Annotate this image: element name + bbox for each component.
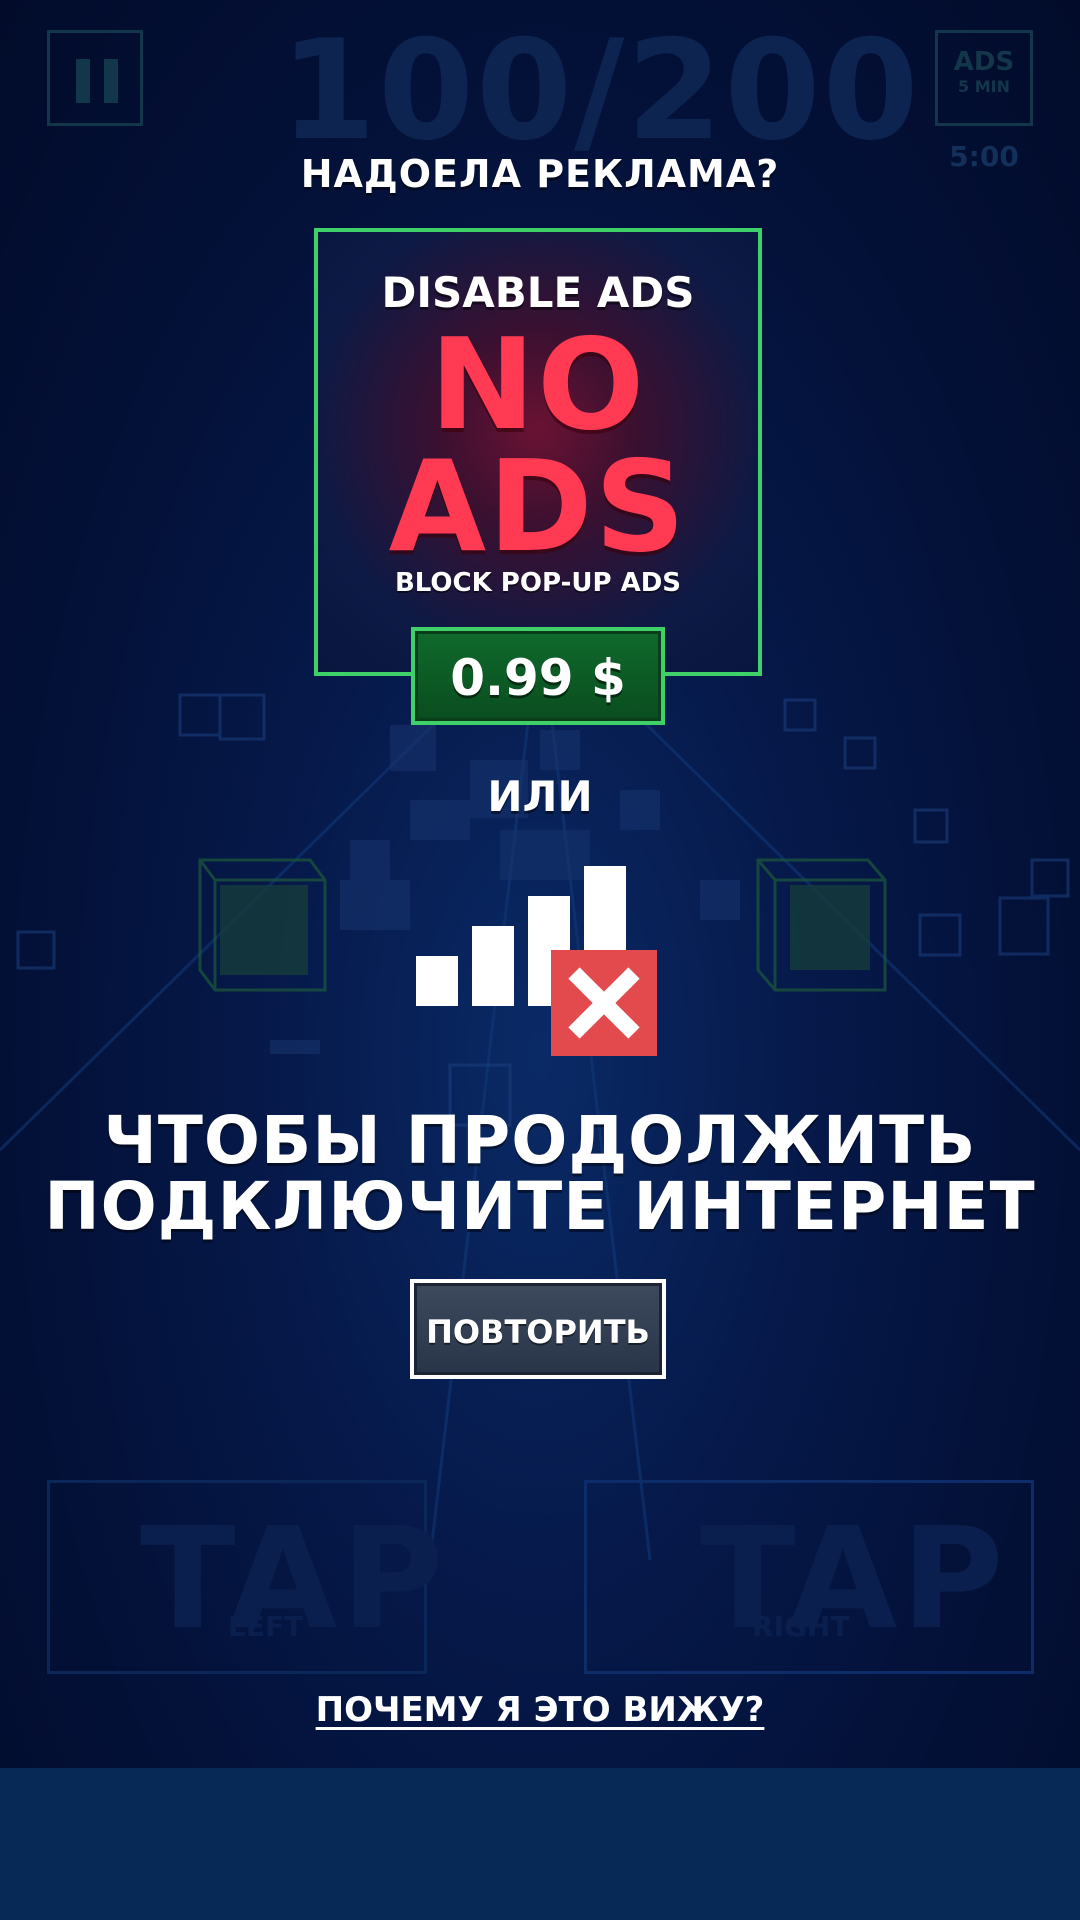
no-ads-big-text-line2: ADS (388, 433, 688, 580)
ads-badge-sublabel: 5 MIN (958, 77, 1010, 96)
background-ads-timer-badge: ADS 5 MIN (935, 30, 1033, 126)
no-signal-icon (416, 866, 657, 1056)
pause-icon (47, 30, 143, 126)
ad-wall-screen: 100/200 ADS 5 MIN 5:00 TAP LEFT TAP RIGH… (0, 0, 1080, 1920)
retry-button[interactable]: ПОВТОРИТЬ (410, 1279, 666, 1379)
background-tap-right-label: TAP (700, 1498, 1008, 1661)
background-score: 100/200 (280, 10, 921, 171)
or-separator: ИЛИ (487, 772, 593, 821)
connection-message-line2: ПОДКЛЮЧИТЕ ИНТЕРНЕТ (44, 1168, 1036, 1245)
why-am-i-seeing-this-link[interactable]: ПОЧЕМУ Я ЭТО ВИЖУ? (0, 1690, 1080, 1730)
why-link-label: ПОЧЕМУ Я ЭТО ВИЖУ? (315, 1690, 765, 1730)
background-tap-right-sublabel: RIGHT (752, 1610, 850, 1643)
ads-badge-label: ADS (953, 47, 1015, 77)
no-ads-big-text-line1: NO (429, 311, 647, 458)
offer-card-title: DISABLE ADS (381, 268, 695, 317)
retry-button-label: ПОВТОРИТЬ (426, 1313, 650, 1351)
offer-card-subtitle: BLOCK POP-UP ADS (394, 568, 682, 598)
buy-no-ads-button[interactable]: 0.99 $ (411, 627, 665, 725)
background-tap-left-sublabel: LEFT (228, 1610, 304, 1643)
bottom-ad-banner-area (0, 1768, 1080, 1920)
price-label: 0.99 $ (450, 649, 626, 707)
offer-question-heading: НАДОЕЛА РЕКЛАМА? (300, 152, 780, 196)
no-ads-offer-card[interactable]: DISABLE ADS NO ADS BLOCK POP-UP ADS (314, 228, 762, 676)
